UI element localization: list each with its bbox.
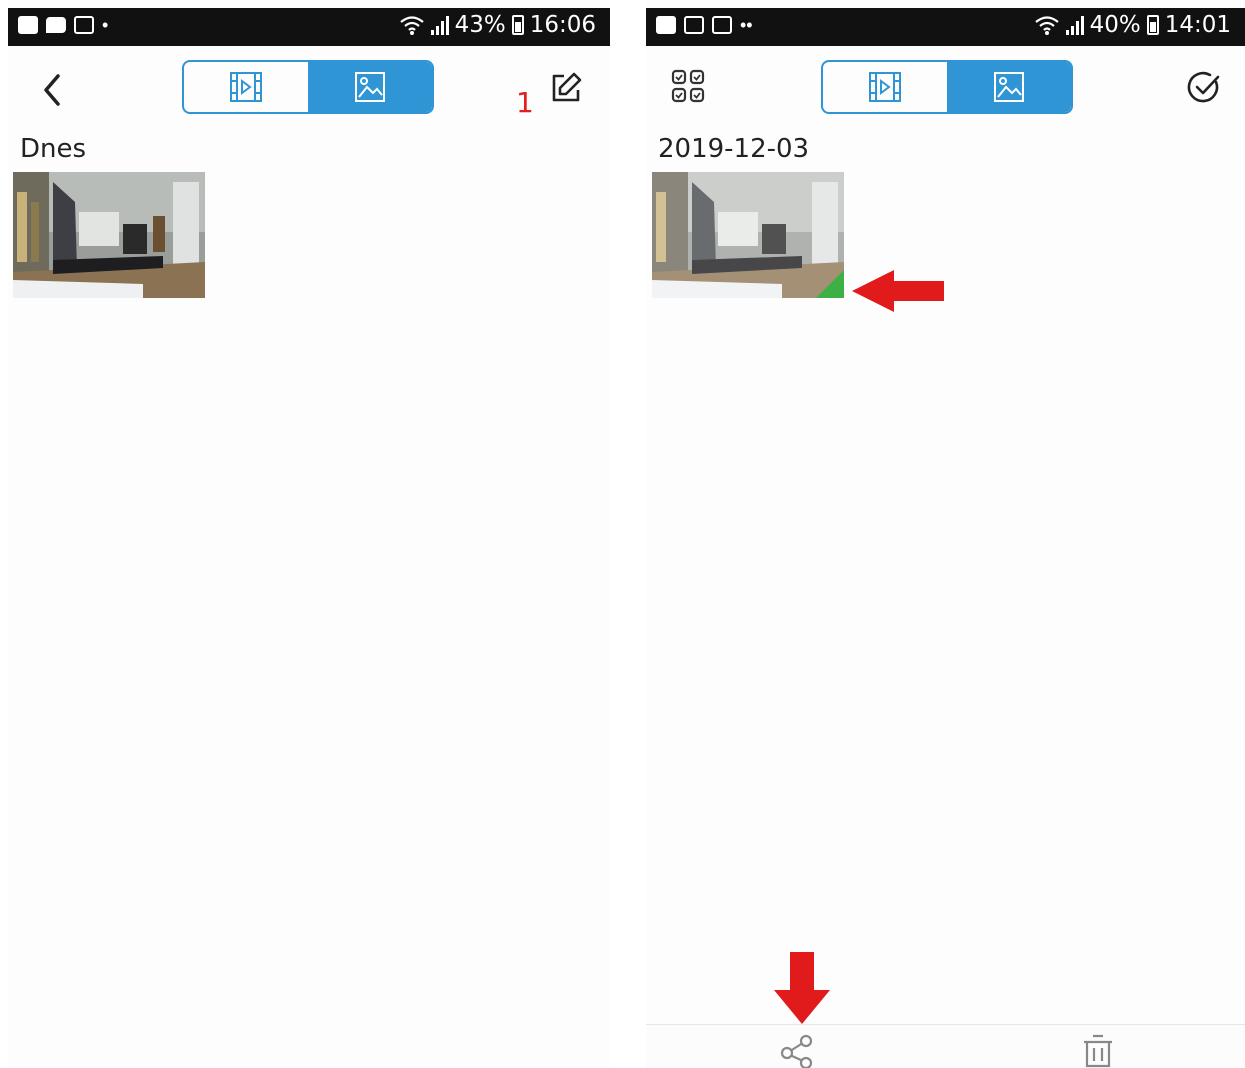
more-notifications-icon: •: [102, 15, 109, 35]
signal-icon: [1065, 15, 1084, 35]
tab-photos[interactable]: [947, 62, 1071, 112]
gallery-notification-icon: [18, 16, 38, 34]
photo-icon: [355, 72, 385, 102]
back-icon[interactable]: [36, 70, 68, 110]
battery-icon: [511, 15, 524, 35]
clock: 16:06: [529, 12, 596, 38]
mail-notification-icon: [684, 16, 704, 34]
annotation-number: 1: [516, 86, 534, 119]
trash-icon[interactable]: [1082, 1033, 1114, 1068]
battery-percent: 43%: [454, 12, 506, 38]
mail-notification-icon: [74, 16, 94, 34]
action-bar: [646, 1024, 1245, 1068]
video-icon: [869, 72, 901, 102]
check-circle-icon[interactable]: [1186, 70, 1222, 106]
selected-checkmark-icon: [816, 270, 844, 298]
date-header: Dnes: [20, 134, 87, 164]
media-type-toggle: [182, 60, 434, 114]
tab-photos[interactable]: [308, 62, 432, 112]
status-indicators: 40% 14:01: [1034, 12, 1231, 38]
chat-notification-icon: [46, 17, 66, 33]
wifi-icon: [399, 16, 424, 35]
status-indicators: 43% 16:06: [399, 12, 596, 38]
gallery-notification-icon: [712, 16, 732, 34]
edit-icon[interactable]: [548, 70, 584, 106]
notification-icons: ••: [656, 16, 753, 34]
photo-preview: [13, 172, 205, 298]
battery-icon: [1146, 15, 1159, 35]
annotation-arrow-down-icon: [774, 952, 830, 1024]
right-screen: •• 40% 14:01 2019-12-03: [646, 0, 1245, 1068]
left-screen: • 43% 16:06 1 Dnes: [8, 0, 610, 1068]
video-icon: [230, 72, 262, 102]
photo-thumbnail[interactable]: [13, 172, 205, 298]
clock: 14:01: [1164, 12, 1231, 38]
toolbar: [646, 46, 1245, 126]
signal-icon: [430, 15, 449, 35]
photo-icon: [994, 72, 1024, 102]
share-icon[interactable]: [778, 1033, 816, 1068]
wifi-icon: [1034, 16, 1059, 35]
grid-select-icon[interactable]: [670, 68, 706, 104]
photo-thumbnail-selected[interactable]: [652, 172, 844, 298]
tab-videos[interactable]: [823, 62, 947, 112]
more-notifications-icon: ••: [740, 15, 753, 35]
status-bar: •• 40% 14:01: [646, 8, 1245, 46]
date-header: 2019-12-03: [658, 134, 810, 164]
annotation-arrow-left-icon: [852, 270, 944, 312]
battery-percent: 40%: [1089, 12, 1141, 38]
toolbar: 1: [8, 46, 610, 126]
status-bar: • 43% 16:06: [8, 8, 610, 46]
media-type-toggle: [821, 60, 1073, 114]
tab-videos[interactable]: [184, 62, 308, 112]
app-notification-icon: [656, 16, 676, 34]
notification-icons: •: [18, 16, 108, 34]
